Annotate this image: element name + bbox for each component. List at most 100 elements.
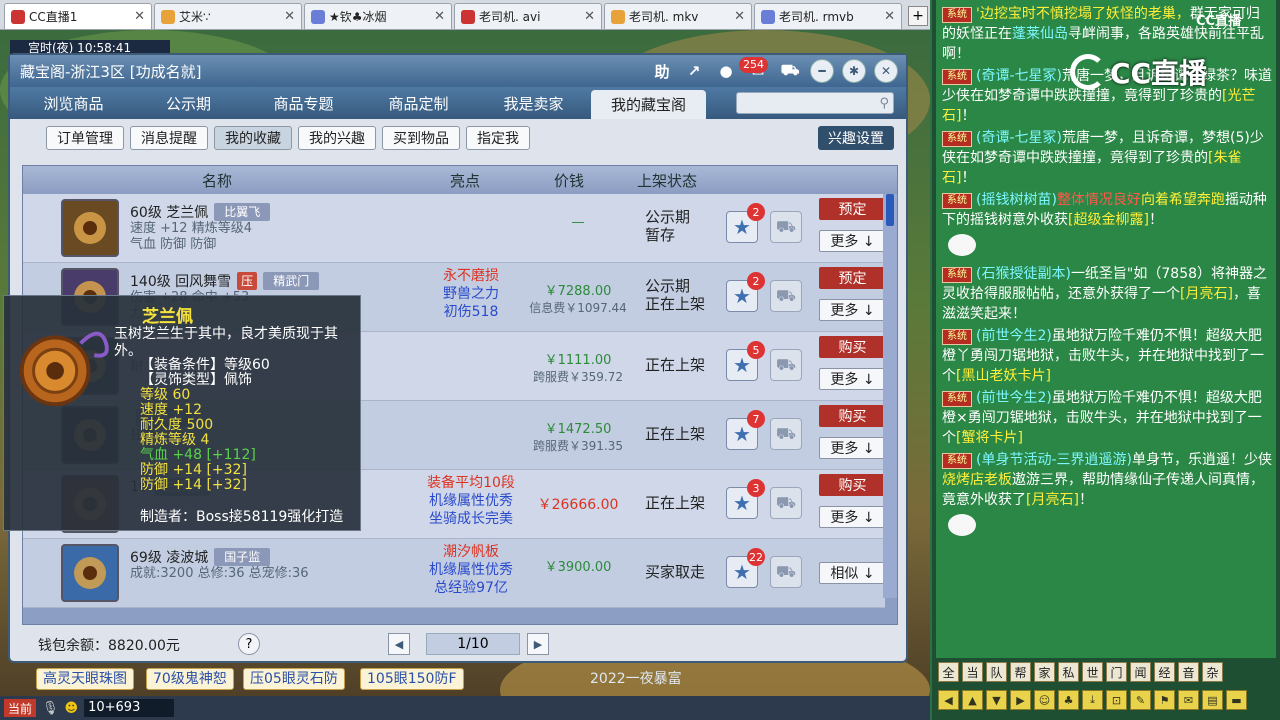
chat-channel-button-10[interactable]: 音 xyxy=(1178,662,1199,682)
more-action-button[interactable]: 更多 ↓ xyxy=(819,368,886,390)
more-action-button[interactable]: 相似 ↓ xyxy=(819,562,886,584)
primary-action-button[interactable]: 购买 xyxy=(819,474,886,496)
book-icon[interactable]: ▤ xyxy=(1202,690,1223,710)
emoji-icon[interactable]: ☻ xyxy=(65,701,79,716)
favorite-star-icon[interactable]: ★ 2 xyxy=(726,272,765,312)
favorite-star-icon[interactable]: ★ 5 xyxy=(726,341,765,381)
tab-close-icon[interactable]: ✕ xyxy=(134,9,145,24)
favorite-star-icon[interactable]: ★ 22 xyxy=(726,548,765,588)
chat-channel-button-6[interactable]: 世 xyxy=(1082,662,1103,682)
favorite-star-icon[interactable]: ★ 2 xyxy=(726,203,765,243)
nav-tab-3[interactable]: 商品定制 xyxy=(361,87,476,119)
sub-button-2[interactable]: 我的收藏 xyxy=(214,126,292,150)
arrow-left-icon[interactable]: ◀ xyxy=(938,690,959,710)
person-icon[interactable]: ☺ xyxy=(1034,690,1055,710)
cart-icon[interactable]: ⛟ xyxy=(770,211,802,243)
chat-channel-button-7[interactable]: 门 xyxy=(1106,662,1127,682)
primary-action-button[interactable]: 购买 xyxy=(819,336,886,358)
scroll-lock-icon[interactable]: ⤓ xyxy=(1082,690,1103,710)
cart-icon[interactable]: ⛟ xyxy=(770,556,802,588)
pin-icon[interactable]: ✎ xyxy=(1130,690,1151,710)
browser-tab-3[interactable]: 老司机. avi ✕ xyxy=(454,3,602,29)
chat-channel-button-2[interactable]: 队 xyxy=(986,662,1007,682)
chat-input-field[interactable]: 10+693 xyxy=(84,699,175,717)
lock-icon[interactable]: ⊡ xyxy=(1106,690,1127,710)
chat-channel-button-3[interactable]: 帮 xyxy=(1010,662,1031,682)
share-icon[interactable]: ↗ xyxy=(682,59,706,83)
chat-channel-button-1[interactable]: 当 xyxy=(962,662,983,682)
chat-channel-button-9[interactable]: 经 xyxy=(1154,662,1175,682)
tab-close-icon[interactable]: ✕ xyxy=(584,9,595,24)
more-action-button[interactable]: 更多 ↓ xyxy=(819,437,886,459)
chat-channel-button-11[interactable]: 杂 xyxy=(1202,662,1223,682)
cart-icon[interactable]: ⛟ xyxy=(770,487,802,519)
sub-button-4[interactable]: 买到物品 xyxy=(382,126,460,150)
flag-icon[interactable]: ⚑ xyxy=(1154,690,1175,710)
close-icon[interactable]: ✕ xyxy=(874,59,898,83)
help-button[interactable]: 助 xyxy=(650,59,674,83)
window-title-bar[interactable]: 藏宝阁-浙江3区 [功成名就] 助 ↗ ● ✉ ⛟ ━ ✱ ✕ 254 xyxy=(10,55,906,87)
scroll-item-0[interactable]: 高灵天眼珠图 xyxy=(36,668,134,690)
arrow-right-icon[interactable]: ▶ xyxy=(1010,690,1031,710)
mic-icon[interactable]: 🎙 xyxy=(42,701,59,716)
item-thumbnail[interactable] xyxy=(61,544,119,602)
scroll-item-1[interactable]: 70级鬼神恕 xyxy=(146,668,234,690)
team-icon[interactable]: ♣ xyxy=(1058,690,1079,710)
settings-gear-icon[interactable]: ✱ xyxy=(842,59,866,83)
scroll-item-2[interactable]: 压05眼灵石防 xyxy=(243,668,345,690)
minimize-icon[interactable]: ━ xyxy=(810,59,834,83)
favorite-star-icon[interactable]: ★ 7 xyxy=(726,410,765,450)
browser-tab-0[interactable]: CC直播1 ✕ xyxy=(4,3,152,29)
primary-action-button[interactable]: 购买 xyxy=(819,405,886,427)
item-thumbnail[interactable] xyxy=(61,199,119,257)
nav-tab-1[interactable]: 公示期 xyxy=(131,87,246,119)
favorite-star-icon[interactable]: ★ 3 xyxy=(726,479,765,519)
tab-close-icon[interactable]: ✕ xyxy=(284,9,295,24)
more-action-button[interactable]: 更多 ↓ xyxy=(819,506,886,528)
search-input[interactable] xyxy=(749,95,880,111)
sub-button-3[interactable]: 我的兴趣 xyxy=(298,126,376,150)
new-tab-button[interactable]: + xyxy=(908,6,928,26)
interest-settings-button[interactable]: 兴趣设置 xyxy=(818,126,894,150)
sub-button-5[interactable]: 指定我 xyxy=(466,126,530,150)
cart-icon[interactable]: ⛟ xyxy=(770,349,802,381)
arrow-up-icon[interactable]: ▲ xyxy=(962,690,983,710)
tab-close-icon[interactable]: ✕ xyxy=(884,9,895,24)
browser-tab-1[interactable]: 艾米∵ ✕ xyxy=(154,3,302,29)
table-row[interactable]: 60级 芝兰佩 比翼飞 速度 +12 精炼等级4 气血 防御 防御 — 公示期 暂存 ★ 2 ⛟ 预… xyxy=(23,194,886,263)
more-action-button[interactable]: 更多 ↓ xyxy=(819,299,886,321)
tab-close-icon[interactable]: ✕ xyxy=(434,9,445,24)
cart-icon[interactable]: ⛟ xyxy=(770,280,802,312)
channel-current[interactable]: 当前 xyxy=(4,699,37,717)
table-scrollbar[interactable] xyxy=(883,194,897,598)
bubble-icon[interactable]: ✉ xyxy=(1178,690,1199,710)
sub-button-0[interactable]: 订单管理 xyxy=(46,126,124,150)
nav-tab-2[interactable]: 商品专题 xyxy=(246,87,361,119)
cart-header-icon[interactable]: ⛟ xyxy=(778,59,802,83)
sub-button-1[interactable]: 消息提醒 xyxy=(130,126,208,150)
primary-action-button[interactable]: 预定 xyxy=(819,198,886,220)
primary-action-button[interactable]: 预定 xyxy=(819,267,886,289)
browser-tab-5[interactable]: 老司机. rmvb ✕ xyxy=(754,3,902,29)
tab-close-icon[interactable]: ✕ xyxy=(734,9,745,24)
chat-channel-button-5[interactable]: 私 xyxy=(1058,662,1079,682)
cart-icon[interactable]: ⛟ xyxy=(770,418,802,450)
nav-tab-5[interactable]: 我的藏宝阁 xyxy=(591,90,706,119)
chat-channel-button-0[interactable]: 全 xyxy=(938,662,959,682)
chat-channel-button-8[interactable]: 闻 xyxy=(1130,662,1151,682)
collapse-icon[interactable]: ▬ xyxy=(1226,690,1247,710)
scroll-item-3[interactable]: 105眼150防F xyxy=(360,668,464,690)
help-question-icon[interactable]: ? xyxy=(238,633,260,655)
record-icon[interactable]: ● xyxy=(714,59,738,83)
arrow-down-icon[interactable]: ▼ xyxy=(986,690,1007,710)
nav-tab-4[interactable]: 我是卖家 xyxy=(476,87,591,119)
table-row[interactable]: 69级 凌波城 国子监 成就:3200 总修:36 总宠修:36 潮汐帆板 机缘属性优秀… xyxy=(23,539,886,608)
nav-tab-0[interactable]: 浏览商品 xyxy=(16,87,131,119)
prev-page-button[interactable]: ◀ xyxy=(388,633,410,655)
search-icon[interactable]: ⚲ xyxy=(879,96,889,111)
browser-tab-4[interactable]: 老司机. mkv ✕ xyxy=(604,3,752,29)
browser-tab-2[interactable]: ★钦♣冰烟 ✕ xyxy=(304,3,452,29)
next-page-button[interactable]: ▶ xyxy=(527,633,549,655)
search-box[interactable]: ⚲ xyxy=(736,92,894,114)
chat-channel-button-4[interactable]: 家 xyxy=(1034,662,1055,682)
